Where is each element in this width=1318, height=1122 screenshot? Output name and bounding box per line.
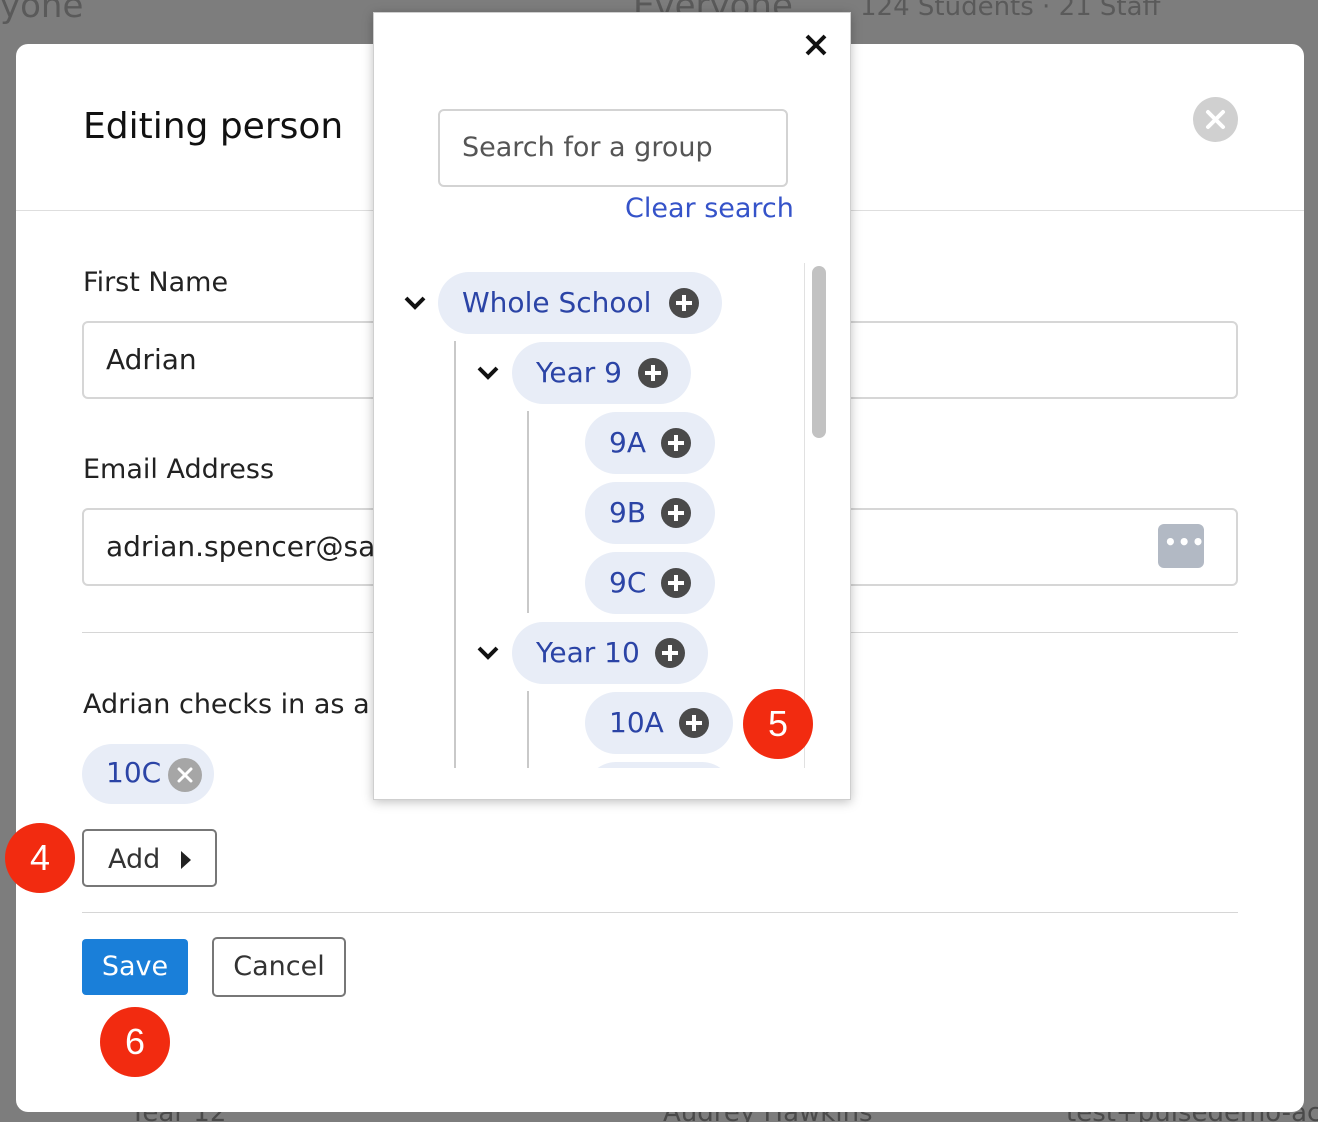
close-icon[interactable]	[804, 33, 828, 57]
cancel-button[interactable]: Cancel	[212, 937, 346, 997]
tree-connector-line	[527, 411, 529, 613]
add-plus-icon[interactable]	[661, 498, 691, 528]
add-plus-icon[interactable]	[679, 708, 709, 738]
group-tree: Whole School Year 9 9A 9B 9C Year 10 10A	[374, 263, 814, 768]
group-search-input[interactable]: Search for a group	[438, 109, 788, 187]
modal-title: Editing person	[83, 106, 344, 147]
caret-right-icon	[181, 851, 191, 869]
clear-search-link[interactable]: Clear search	[625, 193, 794, 224]
close-icon	[1206, 110, 1225, 129]
save-button[interactable]: Save	[82, 939, 188, 995]
bg-top-counts: 124 Students · 21 Staff	[860, 0, 1161, 22]
tree-node-label: 9A	[609, 426, 646, 459]
group-chip-label: 10C	[106, 756, 162, 789]
footer-divider	[82, 912, 1238, 913]
tree-node-year-9[interactable]: Year 9	[512, 342, 691, 404]
tree-node-9a[interactable]: 9A	[585, 412, 715, 474]
add-button-label: Add	[108, 844, 161, 875]
tree-connector-line	[527, 691, 529, 768]
chevron-down-icon[interactable]	[402, 290, 428, 316]
tree-node-label: 9B	[609, 496, 647, 529]
password-manager-icon[interactable]: •••|	[1158, 524, 1213, 568]
tree-node-partial[interactable]	[585, 762, 733, 768]
tree-node-year-10[interactable]: Year 10	[512, 622, 708, 684]
group-chip-10c: 10C	[82, 744, 214, 804]
tree-node-label: Whole School	[462, 286, 652, 319]
group-picker-popup: Search for a group Clear search Whole Sc…	[373, 12, 851, 800]
tree-node-label: Year 10	[536, 636, 640, 669]
step-badge-4: 4	[5, 823, 75, 893]
modal-close-button[interactable]	[1193, 97, 1238, 142]
add-group-button[interactable]: Add	[82, 829, 217, 887]
email-label: Email Address	[83, 454, 275, 485]
add-plus-icon[interactable]	[661, 568, 691, 598]
tree-node-10a[interactable]: 10A	[585, 692, 733, 754]
tree-node-whole-school[interactable]: Whole School	[438, 272, 722, 334]
add-plus-icon[interactable]	[669, 288, 699, 318]
first-name-label: First Name	[83, 267, 229, 298]
tree-connector-line	[454, 341, 456, 768]
bg-top-left-text: yone	[0, 0, 84, 26]
tree-node-9b[interactable]: 9B	[585, 482, 715, 544]
tree-scrollbar-thumb[interactable]	[812, 266, 826, 438]
tree-node-9c[interactable]: 9C	[585, 552, 715, 614]
step-badge-6: 6	[100, 1007, 170, 1077]
chevron-down-icon[interactable]	[475, 640, 501, 666]
add-plus-icon[interactable]	[638, 358, 668, 388]
chevron-down-icon[interactable]	[475, 360, 501, 386]
checks-in-label: Adrian checks in as a	[83, 689, 370, 720]
remove-chip-button[interactable]	[168, 758, 202, 792]
tree-node-label: 10A	[609, 706, 664, 739]
add-plus-icon[interactable]	[661, 428, 691, 458]
remove-icon	[177, 767, 193, 783]
tree-node-label: Year 9	[536, 356, 622, 389]
tree-node-label: 9C	[609, 566, 647, 599]
step-badge-5: 5	[743, 689, 813, 759]
add-plus-icon[interactable]	[655, 638, 685, 668]
